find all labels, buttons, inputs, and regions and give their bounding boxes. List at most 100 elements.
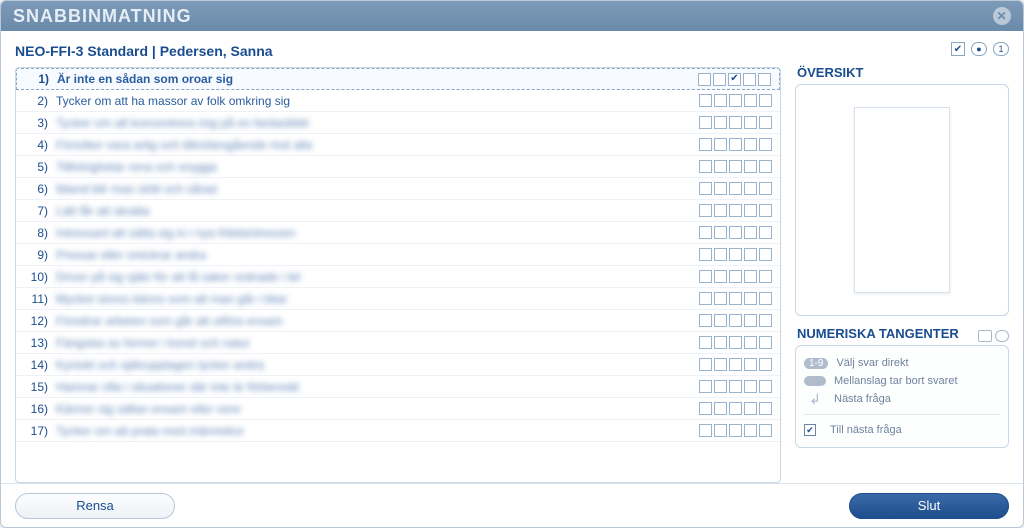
answer-option[interactable] bbox=[759, 380, 772, 393]
answer-option[interactable] bbox=[759, 138, 772, 151]
question-row[interactable]: 17)Tycker om att prata med människor bbox=[16, 420, 780, 442]
question-row[interactable]: 13)Fängslas av former i konst och natur bbox=[16, 332, 780, 354]
answer-option[interactable] bbox=[729, 204, 742, 217]
question-row[interactable]: 7)Lätt får att skratta bbox=[16, 200, 780, 222]
answer-option[interactable] bbox=[729, 380, 742, 393]
answer-option[interactable] bbox=[699, 160, 712, 173]
answer-option[interactable] bbox=[699, 204, 712, 217]
answer-option[interactable] bbox=[759, 336, 772, 349]
answer-option[interactable] bbox=[744, 336, 757, 349]
question-row[interactable]: 9)Pressar eller smickrar andra bbox=[16, 244, 780, 266]
answer-option[interactable] bbox=[714, 402, 727, 415]
answer-option[interactable] bbox=[744, 314, 757, 327]
answer-option[interactable] bbox=[744, 204, 757, 217]
auto-advance-checkbox[interactable]: ✔ bbox=[804, 424, 816, 436]
answer-option[interactable] bbox=[699, 336, 712, 349]
answer-option[interactable] bbox=[759, 402, 772, 415]
answer-option[interactable] bbox=[744, 160, 757, 173]
answer-option[interactable] bbox=[714, 94, 727, 107]
answer-option[interactable] bbox=[759, 292, 772, 305]
answer-option[interactable] bbox=[699, 292, 712, 305]
answer-option[interactable] bbox=[744, 380, 757, 393]
answer-option[interactable] bbox=[729, 424, 742, 437]
question-row[interactable]: 16)Känner sig sällan ensam eller nere bbox=[16, 398, 780, 420]
answer-option[interactable] bbox=[744, 182, 757, 195]
answer-option[interactable] bbox=[729, 182, 742, 195]
answer-option[interactable] bbox=[744, 116, 757, 129]
question-row[interactable]: 14)Kyniskt och självupptagen tycker andr… bbox=[16, 354, 780, 376]
question-row[interactable]: 15)Hamnar ofta i situationer där inte är… bbox=[16, 376, 780, 398]
answer-option[interactable] bbox=[714, 292, 727, 305]
close-button[interactable]: Slut bbox=[849, 493, 1009, 519]
answer-option[interactable] bbox=[714, 358, 727, 371]
answer-option[interactable] bbox=[699, 402, 712, 415]
answer-option[interactable] bbox=[713, 73, 726, 86]
answer-option[interactable] bbox=[699, 182, 712, 195]
answer-option[interactable] bbox=[759, 424, 772, 437]
question-row[interactable]: 10)Driver på sig själv för att få saker … bbox=[16, 266, 780, 288]
circle-icon[interactable] bbox=[995, 330, 1009, 342]
answer-option[interactable] bbox=[729, 160, 742, 173]
answer-option[interactable] bbox=[759, 116, 772, 129]
toolbar-toggle-icon[interactable]: ● bbox=[971, 42, 987, 56]
answer-option[interactable] bbox=[714, 226, 727, 239]
answer-option[interactable] bbox=[759, 182, 772, 195]
answer-option[interactable] bbox=[699, 424, 712, 437]
answer-option[interactable] bbox=[759, 248, 772, 261]
answer-option[interactable] bbox=[699, 248, 712, 261]
answer-option[interactable] bbox=[758, 73, 771, 86]
toolbar-check-icon[interactable]: ✔ bbox=[951, 42, 965, 56]
answer-option[interactable] bbox=[729, 116, 742, 129]
answer-option[interactable] bbox=[729, 226, 742, 239]
question-row[interactable]: 1)Är inte en sådan som oroar sig✔ bbox=[16, 68, 780, 90]
question-row[interactable]: 2)Tycker om att ha massor av folk omkrin… bbox=[16, 90, 780, 112]
answer-option[interactable] bbox=[714, 380, 727, 393]
close-icon[interactable]: ✕ bbox=[993, 7, 1011, 25]
answer-option[interactable] bbox=[729, 358, 742, 371]
answer-option[interactable] bbox=[714, 204, 727, 217]
answer-option[interactable] bbox=[759, 314, 772, 327]
grid-icon[interactable] bbox=[978, 330, 992, 342]
answer-option[interactable] bbox=[729, 336, 742, 349]
answer-option[interactable] bbox=[699, 94, 712, 107]
answer-option[interactable] bbox=[714, 160, 727, 173]
question-scroll-area[interactable]: 1)Är inte en sådan som oroar sig✔2)Tycke… bbox=[16, 68, 780, 482]
answer-option[interactable] bbox=[759, 160, 772, 173]
answer-option[interactable] bbox=[743, 73, 756, 86]
answer-option[interactable] bbox=[699, 358, 712, 371]
question-row[interactable]: 8)Intressant att sätta sig in i nya frit… bbox=[16, 222, 780, 244]
answer-option[interactable] bbox=[699, 116, 712, 129]
answer-option[interactable] bbox=[729, 292, 742, 305]
answer-option[interactable] bbox=[729, 314, 742, 327]
answer-option[interactable] bbox=[744, 402, 757, 415]
answer-option[interactable] bbox=[714, 116, 727, 129]
answer-option[interactable] bbox=[744, 138, 757, 151]
answer-option[interactable] bbox=[714, 314, 727, 327]
answer-option[interactable]: ✔ bbox=[728, 73, 741, 86]
overview-page-thumbnail[interactable] bbox=[854, 107, 950, 293]
answer-option[interactable] bbox=[744, 248, 757, 261]
question-row[interactable]: 11)Mycket stress känns som att man går i… bbox=[16, 288, 780, 310]
answer-option[interactable] bbox=[759, 94, 772, 107]
answer-option[interactable] bbox=[714, 270, 727, 283]
answer-option[interactable] bbox=[714, 424, 727, 437]
answer-option[interactable] bbox=[759, 204, 772, 217]
toolbar-number-icon[interactable]: 1 bbox=[993, 42, 1009, 56]
answer-option[interactable] bbox=[699, 314, 712, 327]
answer-option[interactable] bbox=[744, 94, 757, 107]
question-row[interactable]: 6)Ibland blir man stött och sårad bbox=[16, 178, 780, 200]
question-row[interactable]: 5)Tillhörighetar rena och snygga bbox=[16, 156, 780, 178]
clear-button[interactable]: Rensa bbox=[15, 493, 175, 519]
answer-option[interactable] bbox=[714, 138, 727, 151]
answer-option[interactable] bbox=[698, 73, 711, 86]
question-row[interactable]: 3)Tycker om att koncentrera mig på en fa… bbox=[16, 112, 780, 134]
question-row[interactable]: 12)Föredrar arbeten som går att utföra e… bbox=[16, 310, 780, 332]
answer-option[interactable] bbox=[744, 292, 757, 305]
answer-option[interactable] bbox=[759, 226, 772, 239]
answer-option[interactable] bbox=[729, 402, 742, 415]
answer-option[interactable] bbox=[699, 380, 712, 393]
answer-option[interactable] bbox=[714, 248, 727, 261]
answer-option[interactable] bbox=[744, 270, 757, 283]
answer-option[interactable] bbox=[699, 270, 712, 283]
answer-option[interactable] bbox=[729, 138, 742, 151]
